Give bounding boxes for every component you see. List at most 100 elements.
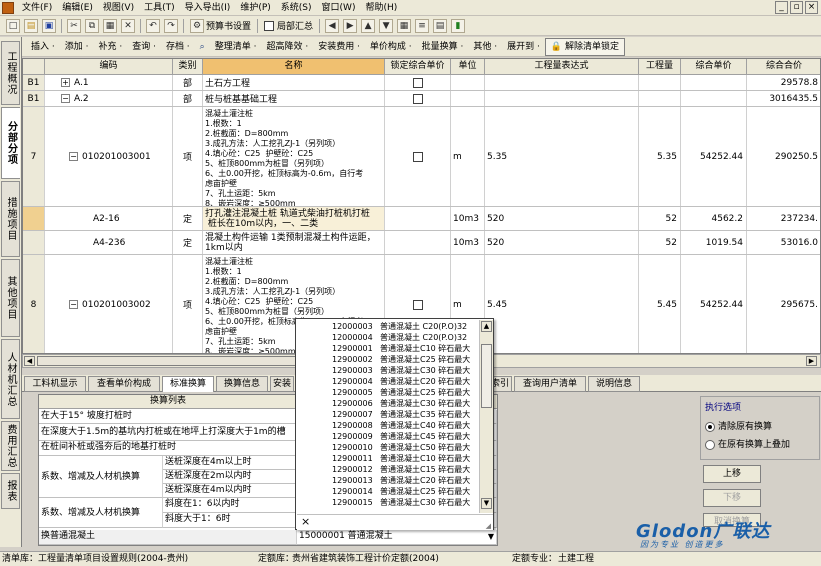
conversion-row[interactable]: 系数、增减及人材机换算 (39, 456, 163, 498)
table-row[interactable]: 7 −010201003001 项 混凝土灌注桩 1.根数：1 2.桩截面：D=… (23, 107, 820, 207)
dropdown-item[interactable]: 12900010 普通混凝土C50 碎石最大 (298, 442, 478, 453)
dropdown-item[interactable]: 12900014 普通混凝土C25 碎石最大 (298, 486, 478, 497)
menu-tools[interactable]: 工具(T) (139, 1, 180, 15)
collapse-icon[interactable]: − (69, 300, 78, 309)
dropdown-item[interactable]: 12900015 普通混凝土C30 碎石最大 (298, 497, 478, 508)
open-folder-icon[interactable]: ▤ (24, 18, 38, 33)
menu-help[interactable]: 帮助(H) (360, 1, 402, 15)
close-icon[interactable]: × (805, 1, 818, 14)
chevron-down-icon[interactable]: ▼ (488, 530, 494, 543)
header-unit-price[interactable]: 综合单价 (681, 59, 747, 75)
archive-button[interactable]: 存档 · (161, 39, 195, 55)
dropdown-item[interactable]: 12900003 普通混凝土C30 碎石最大 (298, 365, 478, 376)
add-button[interactable]: 添加 · (60, 39, 94, 55)
table-row[interactable]: B1 − A.2 部 桩与桩基基础工程 3016435.5 (23, 91, 820, 107)
lock-price-checkbox[interactable] (412, 151, 423, 162)
scroll-thumb[interactable] (481, 344, 492, 408)
dropdown-item[interactable]: 12900013 普通混凝土C20 碎石最大 (298, 475, 478, 486)
tab-standard-conversion[interactable]: 标准换算 (162, 376, 214, 392)
calc-icon[interactable]: ▤ (433, 18, 448, 33)
conversion-row[interactable]: 换普通混凝土 (39, 530, 297, 545)
dropdown-item[interactable]: 12900006 普通混凝土C30 碎石最大 (298, 398, 478, 409)
dropdown-item[interactable]: 12900004 普通混凝土C20 碎石最大 (298, 376, 478, 387)
header-quantity-expr[interactable]: 工程量表达式 (485, 59, 639, 75)
menu-maintain[interactable]: 维护(P) (235, 1, 275, 15)
stack-existing-radio[interactable]: 在原有换算上叠加 (705, 437, 790, 450)
clear-existing-radio[interactable]: 清除原有换算 (705, 419, 772, 432)
arrow-right-icon[interactable]: ▶ (343, 18, 358, 33)
menu-window[interactable]: 窗口(W) (317, 1, 361, 15)
header-unit[interactable]: 单位 (451, 59, 485, 75)
scroll-thumb[interactable] (37, 356, 297, 366)
dropdown-item[interactable]: 12900007 普通混凝土C35 碎石最大 (298, 409, 478, 420)
undo-icon[interactable]: ↶ (146, 18, 160, 33)
tab-description-info[interactable]: 说明信息 (588, 376, 640, 392)
arrow-up-icon[interactable]: ▲ (361, 18, 376, 33)
copy-icon[interactable]: ⧉ (85, 18, 99, 33)
concrete-select[interactable]: 15000001 普通混凝土 ▼ (297, 530, 497, 545)
save-icon[interactable]: ▣ (42, 18, 56, 33)
tab-labor-material-display[interactable]: 工料机显示 (24, 376, 86, 392)
tab-cost-summary[interactable]: 费用汇总 (1, 421, 20, 471)
table-row[interactable]: A4-236 定 混凝土构件运输 1类预制混凝土构件运距， 1km以内 10m3… (23, 231, 820, 255)
lock-price-checkbox[interactable] (412, 299, 423, 310)
tab-other-items[interactable]: 其他项目 (1, 259, 20, 337)
expand-to-button[interactable]: 展开到 · (502, 39, 545, 55)
move-down-button[interactable]: 下移 (703, 489, 761, 507)
arrow-down-icon[interactable]: ▼ (379, 18, 394, 33)
query-button[interactable]: 查询 · (127, 39, 161, 55)
menu-file[interactable]: 文件(F) (17, 1, 57, 15)
expand-icon[interactable]: + (61, 78, 70, 87)
dropdown-item[interactable]: 12900001 普通混凝土C10 碎石最大 (298, 343, 478, 354)
install-fee-button[interactable]: 安装费用 · (313, 39, 365, 55)
dropdown-item[interactable]: 12900012 普通混凝土C15 碎石最大 (298, 464, 478, 475)
move-up-button[interactable]: 上移 (703, 465, 761, 483)
lock-price-checkbox[interactable] (412, 93, 423, 104)
header-type[interactable]: 类别 (173, 59, 203, 75)
local-summary-checkbox[interactable]: 局部汇总 (264, 19, 313, 32)
menu-view[interactable]: 视图(V) (98, 1, 139, 15)
resize-grip-icon[interactable]: ◢ (486, 522, 491, 530)
menu-import-export[interactable]: 导入导出(I) (180, 1, 236, 15)
grid-icon[interactable]: ▦ (397, 18, 412, 33)
other-button[interactable]: 其他 · (468, 39, 502, 55)
conversion-row[interactable]: 系数、增减及人材机换算 (39, 498, 163, 528)
scroll-down-icon[interactable]: ▼ (481, 498, 492, 509)
dropdown-scrollbar[interactable]: ▲ ▼ (479, 320, 493, 513)
tab-conversion-info[interactable]: 换算信息 (216, 376, 268, 392)
lock-price-checkbox[interactable] (412, 77, 423, 88)
table-row[interactable]: B1 + A.1 部 土石方工程 29578.8 (23, 75, 820, 91)
list-icon[interactable]: ≡ (415, 18, 430, 33)
tab-measures[interactable]: 措施项目 (1, 181, 20, 257)
cut-icon[interactable]: ✂ (67, 18, 81, 33)
paste-icon[interactable]: ▦ (103, 18, 117, 33)
collapse-icon[interactable]: − (69, 152, 78, 161)
collapse-icon[interactable]: − (61, 94, 70, 103)
header-quantity[interactable]: 工程量 (639, 59, 681, 75)
table-row[interactable]: A2-16 定 打孔灌注混凝土桩 轨道式柴油打桩机打桩 桩长在10m以内，一、二… (23, 207, 820, 231)
restore-icon[interactable]: ▫ (790, 1, 803, 14)
binoculars-icon[interactable]: ⌕ (195, 39, 210, 55)
dropdown-item[interactable]: 12900002 普通混凝土C25 碎石最大 (298, 354, 478, 365)
tab-view-price-composition[interactable]: 查看单价构成 (88, 376, 160, 392)
dropdown-item[interactable]: 12900011 普通混凝土C10 碎石最大 (298, 453, 478, 464)
dropdown-item[interactable]: 12000004 普通混凝土 C20(P.O)32 (298, 332, 478, 343)
dropdown-item[interactable]: 12900008 普通混凝土C40 碎石最大 (298, 420, 478, 431)
header-lock-price[interactable]: 锁定综合单价 (385, 59, 451, 75)
organize-list-button[interactable]: 整理清单 · (210, 39, 262, 55)
tab-labor-material-summary[interactable]: 人材机汇总 (1, 339, 20, 419)
header-code[interactable]: 编码 (45, 59, 173, 75)
tab-reports[interactable]: 报表 (1, 473, 20, 509)
tab-sub-items[interactable]: 分部分项 (1, 107, 20, 179)
supplement-button[interactable]: 补充 · (93, 39, 127, 55)
menu-edit[interactable]: 编辑(E) (57, 1, 98, 15)
redo-icon[interactable]: ↷ (164, 18, 178, 33)
book-icon[interactable]: ▮ (451, 18, 466, 33)
dropdown-item[interactable]: 12900005 普通混凝土C25 碎石最大 (298, 387, 478, 398)
header-name[interactable]: 名称 (203, 59, 385, 75)
app-icon[interactable] (2, 1, 14, 14)
price-composition-button[interactable]: 单价构成 · (365, 39, 417, 55)
tab-project-overview[interactable]: 工程概况 (1, 41, 20, 105)
scroll-right-icon[interactable]: ▶ (806, 356, 817, 366)
tab-query-user-list[interactable]: 查询用户清单 (514, 376, 586, 392)
